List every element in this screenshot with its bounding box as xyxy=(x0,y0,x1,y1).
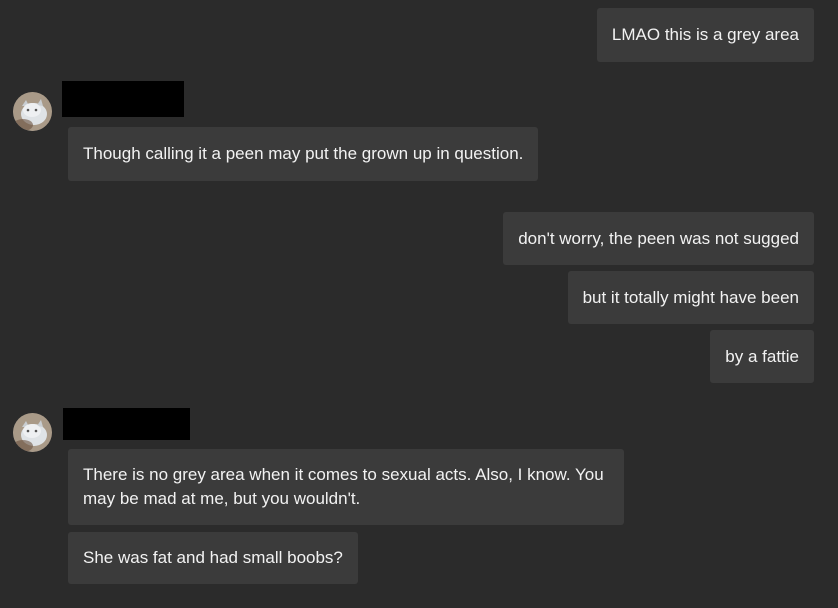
sent-message[interactable]: but it totally might have been xyxy=(567,271,814,324)
message-text: Though calling it a peen may put the gro… xyxy=(83,144,524,163)
message-text: She was fat and had small boobs? xyxy=(83,548,343,567)
chat-conversation: LMAO this is a grey area Though calling … xyxy=(0,0,838,608)
sent-message[interactable]: LMAO this is a grey area xyxy=(596,8,814,62)
redacted-sender-name xyxy=(63,408,190,440)
avatar-icon[interactable] xyxy=(13,92,52,131)
sent-message[interactable]: by a fattie xyxy=(710,330,814,383)
redacted-sender-name xyxy=(62,81,184,117)
message-text: LMAO this is a grey area xyxy=(611,25,799,44)
message-text: don't worry, the peen was not sugged xyxy=(518,228,799,248)
message-text: but it totally might have been xyxy=(582,287,799,307)
received-message[interactable]: There is no grey area when it comes to s… xyxy=(68,449,624,525)
received-message[interactable]: She was fat and had small boobs? xyxy=(68,532,358,584)
received-message[interactable]: Though calling it a peen may put the gro… xyxy=(68,127,539,181)
avatar-icon[interactable] xyxy=(13,413,52,452)
sent-message[interactable]: don't worry, the peen was not sugged xyxy=(503,212,814,265)
message-text: by a fattie xyxy=(725,346,799,366)
message-text: There is no grey area when it comes to s… xyxy=(83,465,604,508)
